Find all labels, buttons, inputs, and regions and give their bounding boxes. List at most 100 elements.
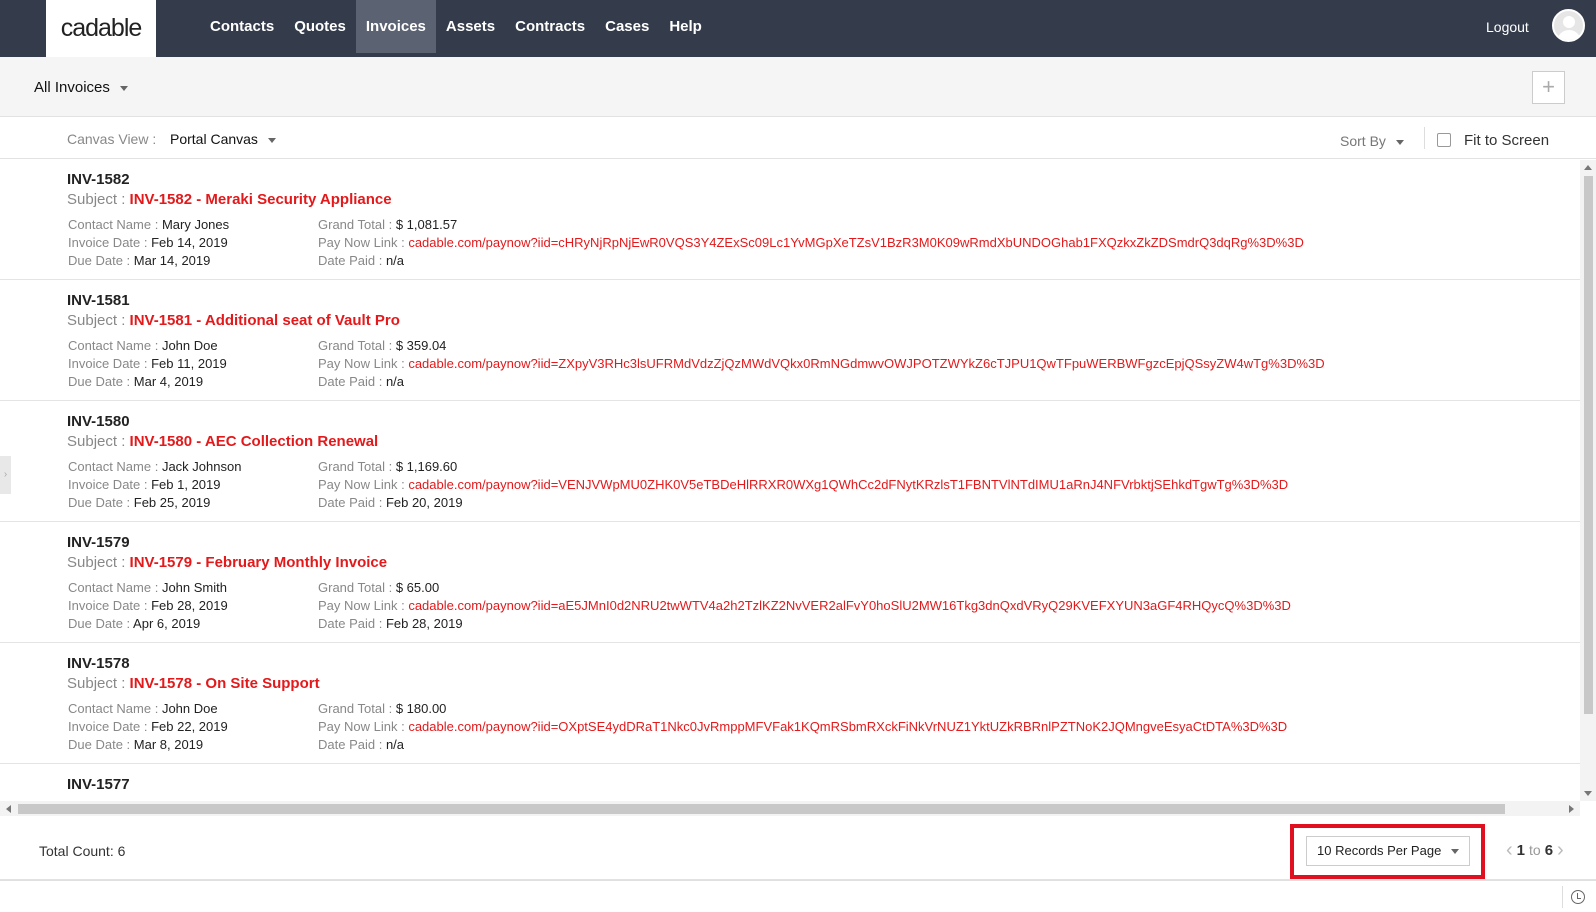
next-page-icon[interactable]: › (1557, 840, 1564, 860)
grand-total-label: Grand Total : (318, 217, 396, 232)
nav-assets[interactable]: Assets (436, 0, 505, 53)
page-to: 6 (1544, 841, 1554, 859)
pay-now-link-value[interactable]: cadable.com/paynow?iid=ZXpyV3RHc3lsUFRMd… (408, 356, 1324, 371)
history-icon[interactable] (1562, 886, 1592, 908)
subject-value[interactable]: INV-1580 - AEC Collection Renewal (130, 433, 379, 450)
status-bar (0, 880, 1596, 912)
canvas-view-dropdown[interactable]: Portal Canvas (170, 131, 276, 147)
horizontal-scroll-thumb[interactable] (18, 804, 1505, 814)
contact-name-value: John Doe (161, 701, 218, 716)
scroll-right-icon[interactable] (1569, 805, 1574, 813)
invoice-card[interactable]: INV-1579 Subject : INV-1579 - February Mo… (0, 522, 1580, 643)
scroll-left-icon[interactable] (6, 805, 11, 813)
horizontal-scrollbar[interactable] (0, 801, 1580, 816)
canvas-view-value: Portal Canvas (170, 131, 258, 147)
expand-panel-handle[interactable]: › (0, 456, 11, 494)
invoice-date-field: Invoice Date : Feb 22, 2019 (68, 719, 228, 734)
invoice-card[interactable]: INV-1582 Subject : INV-1582 - Meraki Secu… (0, 160, 1580, 280)
vertical-scroll-thumb[interactable] (1584, 176, 1593, 714)
contact-name-field: Contact Name : John Smith (68, 580, 227, 595)
due-date-field: Due Date : Mar 4, 2019 (68, 374, 203, 389)
invoice-date-value: Feb 22, 2019 (151, 719, 228, 734)
invoice-number[interactable]: INV-1581 (67, 292, 130, 309)
main-nav: Contacts Quotes Invoices Assets Contract… (200, 0, 712, 53)
invoice-subject: Subject : INV-1581 - Additional seat of … (67, 312, 400, 329)
due-date-value: Feb 25, 2019 (133, 495, 211, 510)
nav-contacts[interactable]: Contacts (200, 0, 284, 53)
grand-total-field: Grand Total : $ 1,081.57 (318, 217, 457, 232)
due-date-value: Apr 6, 2019 (133, 616, 201, 631)
pay-now-link-value[interactable]: cadable.com/paynow?iid=aE5JMnI0d2NRU2twW… (408, 598, 1291, 613)
fit-to-screen-label[interactable]: Fit to Screen (1464, 132, 1549, 149)
pay-now-link-value[interactable]: cadable.com/paynow?iid=OXptSE4ydDRaT1Nkc… (408, 719, 1287, 734)
due-date-label: Due Date : (68, 374, 134, 389)
invoice-number[interactable]: INV-1577 (67, 776, 130, 793)
view-selector[interactable]: All Invoices (34, 79, 128, 96)
invoice-number[interactable]: INV-1579 (67, 534, 130, 551)
pay-now-link-label: Pay Now Link : (318, 719, 409, 734)
add-invoice-button[interactable]: + (1532, 71, 1565, 104)
due-date-value: Mar 8, 2019 (133, 737, 204, 752)
subject-value[interactable]: INV-1582 - Meraki Security Appliance (130, 191, 392, 208)
due-date-value: Mar 14, 2019 (133, 253, 211, 268)
vertical-scrollbar[interactable] (1580, 160, 1596, 801)
pay-now-link-field: Pay Now Link : cadable.com/paynow?iid=OX… (318, 719, 1287, 734)
fit-to-screen-checkbox[interactable] (1437, 133, 1451, 147)
sort-by-dropdown[interactable]: Sort By (1340, 133, 1404, 149)
grand-total-value: $ 1,169.60 (395, 459, 458, 474)
subject-value[interactable]: INV-1579 - February Monthly Invoice (130, 554, 388, 571)
contact-name-field: Contact Name : John Doe (68, 701, 218, 716)
invoice-date-label: Invoice Date : (68, 719, 152, 734)
nav-cases[interactable]: Cases (595, 0, 659, 53)
page-to-word: to (1529, 842, 1541, 858)
view-header: All Invoices + (0, 57, 1596, 117)
invoice-number[interactable]: INV-1580 (67, 413, 130, 430)
pay-now-link-field: Pay Now Link : cadable.com/paynow?iid=ZX… (318, 356, 1325, 371)
invoice-subject: Subject : INV-1579 - February Monthly In… (67, 554, 387, 571)
invoice-list: INV-1582 Subject : INV-1582 - Meraki Secu… (0, 160, 1580, 801)
subject-label: Subject : (67, 675, 130, 692)
grand-total-field: Grand Total : $ 359.04 (318, 338, 446, 353)
nav-help[interactable]: Help (659, 0, 712, 53)
total-count-label: Total Count: (39, 843, 118, 859)
records-per-page-select[interactable]: 10 Records Per Page (1306, 836, 1470, 866)
pay-now-link-label: Pay Now Link : (318, 235, 409, 250)
top-navbar: cadable Contacts Quotes Invoices Assets … (0, 0, 1596, 57)
pay-now-link-value[interactable]: cadable.com/paynow?iid=VENJVWpMU0ZHK0V5e… (408, 477, 1288, 492)
cadable-logo[interactable]: cadable (46, 0, 156, 57)
contact-name-label: Contact Name : (68, 338, 162, 353)
invoice-date-field: Invoice Date : Feb 28, 2019 (68, 598, 228, 613)
date-paid-field: Date Paid : Feb 20, 2019 (318, 495, 463, 510)
invoice-card[interactable]: INV-1580 Subject : INV-1580 - AEC Collect… (0, 401, 1580, 522)
date-paid-field: Date Paid : n/a (318, 737, 404, 752)
grand-total-label: Grand Total : (318, 338, 396, 353)
invoice-date-field: Invoice Date : Feb 14, 2019 (68, 235, 228, 250)
date-paid-value: n/a (385, 253, 405, 268)
invoice-card[interactable]: INV-1581 Subject : INV-1581 - Additional … (0, 280, 1580, 401)
grand-total-label: Grand Total : (318, 701, 396, 716)
contact-name-label: Contact Name : (68, 701, 162, 716)
pay-now-link-value[interactable]: cadable.com/paynow?iid=cHRyNjRpNjEwR0VQS… (408, 235, 1304, 250)
prev-page-icon[interactable]: ‹ (1506, 840, 1513, 860)
pay-now-link-field: Pay Now Link : cadable.com/paynow?iid=cH… (318, 235, 1304, 250)
pay-now-link-field: Pay Now Link : cadable.com/paynow?iid=aE… (318, 598, 1291, 613)
grand-total-value: $ 65.00 (395, 580, 440, 595)
nav-invoices[interactable]: Invoices (355, 0, 436, 53)
subject-value[interactable]: INV-1578 - On Site Support (130, 675, 320, 692)
nav-quotes[interactable]: Quotes (284, 0, 356, 53)
scroll-down-icon[interactable] (1584, 791, 1592, 796)
invoice-card[interactable]: INV-1578 Subject : INV-1578 - On Site Sup… (0, 643, 1580, 764)
scroll-up-icon[interactable] (1584, 165, 1592, 170)
nav-contracts[interactable]: Contracts (505, 0, 595, 53)
contact-name-label: Contact Name : (68, 580, 162, 595)
due-date-field: Due Date : Mar 14, 2019 (68, 253, 210, 268)
invoice-card[interactable]: INV-1577 (0, 764, 1580, 801)
logout-link[interactable]: Logout (1486, 19, 1529, 35)
invoice-number[interactable]: INV-1578 (67, 655, 130, 672)
due-date-label: Due Date : (68, 495, 134, 510)
user-avatar-icon[interactable] (1552, 9, 1585, 42)
subject-value[interactable]: INV-1581 - Additional seat of Vault Pro (130, 312, 400, 329)
chevron-down-icon (119, 85, 128, 91)
invoice-number[interactable]: INV-1582 (67, 171, 130, 188)
pagination: ‹ 1 to 6 › (1506, 840, 1564, 860)
